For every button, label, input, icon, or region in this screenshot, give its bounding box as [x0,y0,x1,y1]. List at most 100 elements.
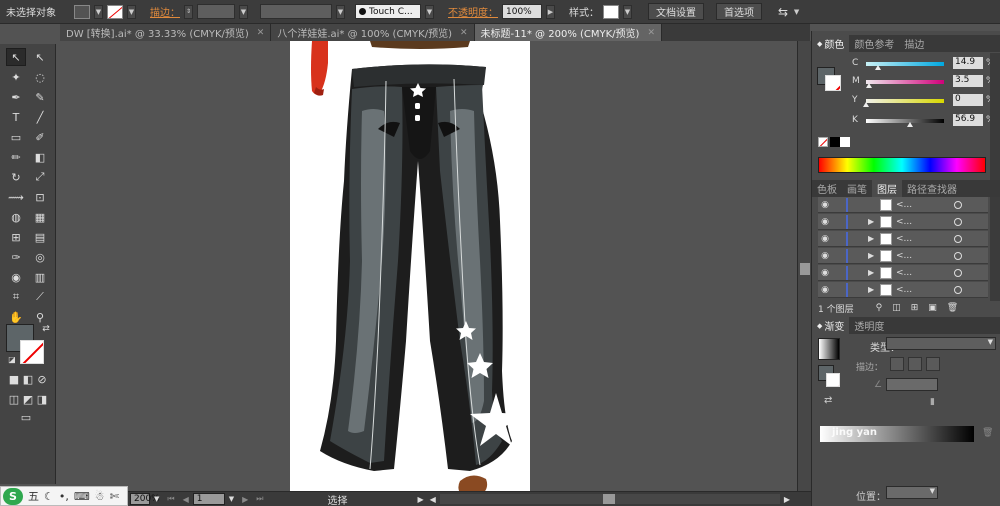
rectangle-tool-icon[interactable]: ▭ [6,128,26,146]
brush-field[interactable]: Touch C... [355,4,421,19]
stroke-weight-field[interactable] [197,4,235,19]
next-page-icon[interactable]: ▶ [242,495,248,504]
magenta-knob[interactable] [865,83,872,88]
expand-arrow-icon[interactable]: ▶ [868,251,878,260]
status-menu-icon[interactable]: ▶ [418,495,424,504]
line-tool-icon[interactable]: ╱ [30,108,50,126]
gradient-stroke-box[interactable] [826,373,840,387]
close-icon[interactable]: ✕ [257,28,265,38]
cyan-value[interactable]: 14.9 [953,57,983,69]
settings-wrench-icon[interactable]: ✄ [110,490,119,503]
visibility-eye-icon[interactable]: ◉ [818,234,832,244]
yellow-knob[interactable] [863,102,869,107]
target-icon[interactable] [954,268,962,277]
magenta-track[interactable] [866,80,944,84]
pencil-tool-icon[interactable]: ✏ [6,148,26,166]
first-page-icon[interactable]: ⏮ [167,494,174,504]
screen-mode-icon[interactable]: ▭ [16,408,36,426]
blend-tool-icon[interactable]: ◎ [30,248,50,266]
new-layer-icon[interactable]: ▣ [928,303,937,313]
preferences-button[interactable]: 首选项 [716,3,762,20]
opacity-field[interactable]: 100% [502,4,542,19]
ime-mode[interactable]: 五 [28,488,39,504]
scale-tool-icon[interactable]: ⤢ [30,168,50,186]
punctuation-icon[interactable]: •, [59,490,69,503]
layer-row[interactable]: ◉ <... [818,197,988,213]
none-mode-icon[interactable]: ⊘ [32,370,52,388]
layer-row[interactable]: ◉ ▶ <... [818,265,988,281]
page-field[interactable]: 1 [192,493,225,505]
opacity-label[interactable]: 不透明度： [448,4,498,19]
tab-stroke[interactable]: 描边 [899,35,929,52]
artboard-tool-icon[interactable]: ⌗ [6,288,26,306]
stroke-along-button[interactable] [908,357,922,371]
cyan-slider[interactable]: C 14.9 % [852,57,1000,70]
style-swatch[interactable] [603,4,619,19]
tab-dw[interactable]: DW [转换].ai* @ 33.33% (CMYK/预览) ✕ [60,24,272,41]
layer-name[interactable]: <... [896,251,950,261]
symbol-sprayer-tool-icon[interactable]: ◉ [6,268,26,286]
visibility-eye-icon[interactable]: ◉ [818,217,832,227]
swap-icon[interactable]: ⇄ [36,320,56,338]
layer-name[interactable]: <... [896,200,950,210]
target-icon[interactable] [954,285,962,294]
hscroll-thumb[interactable] [602,494,615,504]
delete-stop-icon[interactable]: 🗑 [982,428,993,438]
tab-transparency[interactable]: 透明度 [849,317,889,334]
layer-row[interactable]: ◉ ▶ <... [818,248,988,264]
skin-icon[interactable]: ☃ [95,490,105,503]
variable-width-field[interactable] [260,4,332,19]
shape-builder-tool-icon[interactable]: ◍ [6,208,26,226]
stroke-label[interactable]: 描边： [150,4,180,19]
default-colors-icon[interactable]: ◪ [2,350,22,368]
mesh-tool-icon[interactable]: ⊞ [6,228,26,246]
color-spectrum[interactable] [818,157,986,173]
document-setup-button[interactable]: 文档设置 [648,3,704,20]
tab-untitled-11[interactable]: 未标题-11* @ 200% (CMYK/预览) ✕ [474,24,662,41]
tab-layers[interactable]: 图层 [872,180,902,197]
white-swatch[interactable] [840,137,850,147]
last-page-icon[interactable]: ⏭ [256,494,263,504]
aspect-icon[interactable]: ▮ [930,397,935,407]
tab-gradient[interactable]: ◆ 渐变 [812,317,850,334]
paintbrush-tool-icon[interactable]: ✐ [30,128,50,146]
layer-row[interactable]: ◉ ▶ <... [818,282,988,298]
angle-field[interactable] [886,378,938,391]
canvas-area[interactable] [57,41,797,491]
width-tool-icon[interactable]: ⟿ [6,188,26,206]
black-track[interactable] [866,119,944,123]
chevron-right-icon[interactable]: ▶ [546,4,555,19]
stroke-within-button[interactable] [890,357,904,371]
chevron-down-icon[interactable]: ▼ [425,4,434,19]
chevron-down-icon[interactable]: ▼ [336,4,345,19]
moon-icon[interactable]: ☾ [44,490,54,503]
black-value[interactable]: 56.9 [953,114,983,126]
black-slider[interactable]: K 56.9 % [852,114,1000,127]
black-knob[interactable] [907,122,914,127]
layer-name[interactable]: <... [896,268,950,278]
layer-name[interactable]: <... [896,234,950,244]
target-icon[interactable] [954,251,962,260]
close-icon[interactable]: ✕ [647,28,655,38]
lasso-tool-icon[interactable]: ◌ [30,68,50,86]
chevron-down-icon[interactable]: ▼ [127,4,136,19]
slice-tool-icon[interactable]: ⟋ [30,288,50,306]
stroke-swatch[interactable] [107,4,123,19]
expand-arrow-icon[interactable]: ▶ [868,217,878,226]
black-swatch[interactable] [830,137,840,147]
tab-color-guide[interactable]: 颜色参考 [849,35,899,52]
hscroll-right-icon[interactable]: ▶ [784,495,790,504]
new-sublayer-icon[interactable]: ⊞ [911,303,919,313]
zoom-field[interactable]: 200% [130,493,160,505]
fill-swatch[interactable] [74,4,90,19]
visibility-eye-icon[interactable]: ◉ [818,200,832,210]
tab-color[interactable]: ◆ 颜色 [812,35,850,52]
chevron-down-icon[interactable]: ▼ [792,5,801,19]
pen-tool-icon[interactable]: ✒ [6,88,26,106]
panel-scrollbar[interactable] [990,53,1000,183]
tab-pathfinder[interactable]: 路径查找器 [902,180,962,197]
chevron-down-icon[interactable]: ▼ [94,4,103,19]
layer-row[interactable]: ◉ ▶ <... [818,231,988,247]
expand-arrow-icon[interactable]: ▶ [868,285,878,294]
hscroll-left-icon[interactable]: ◀ [430,495,436,504]
